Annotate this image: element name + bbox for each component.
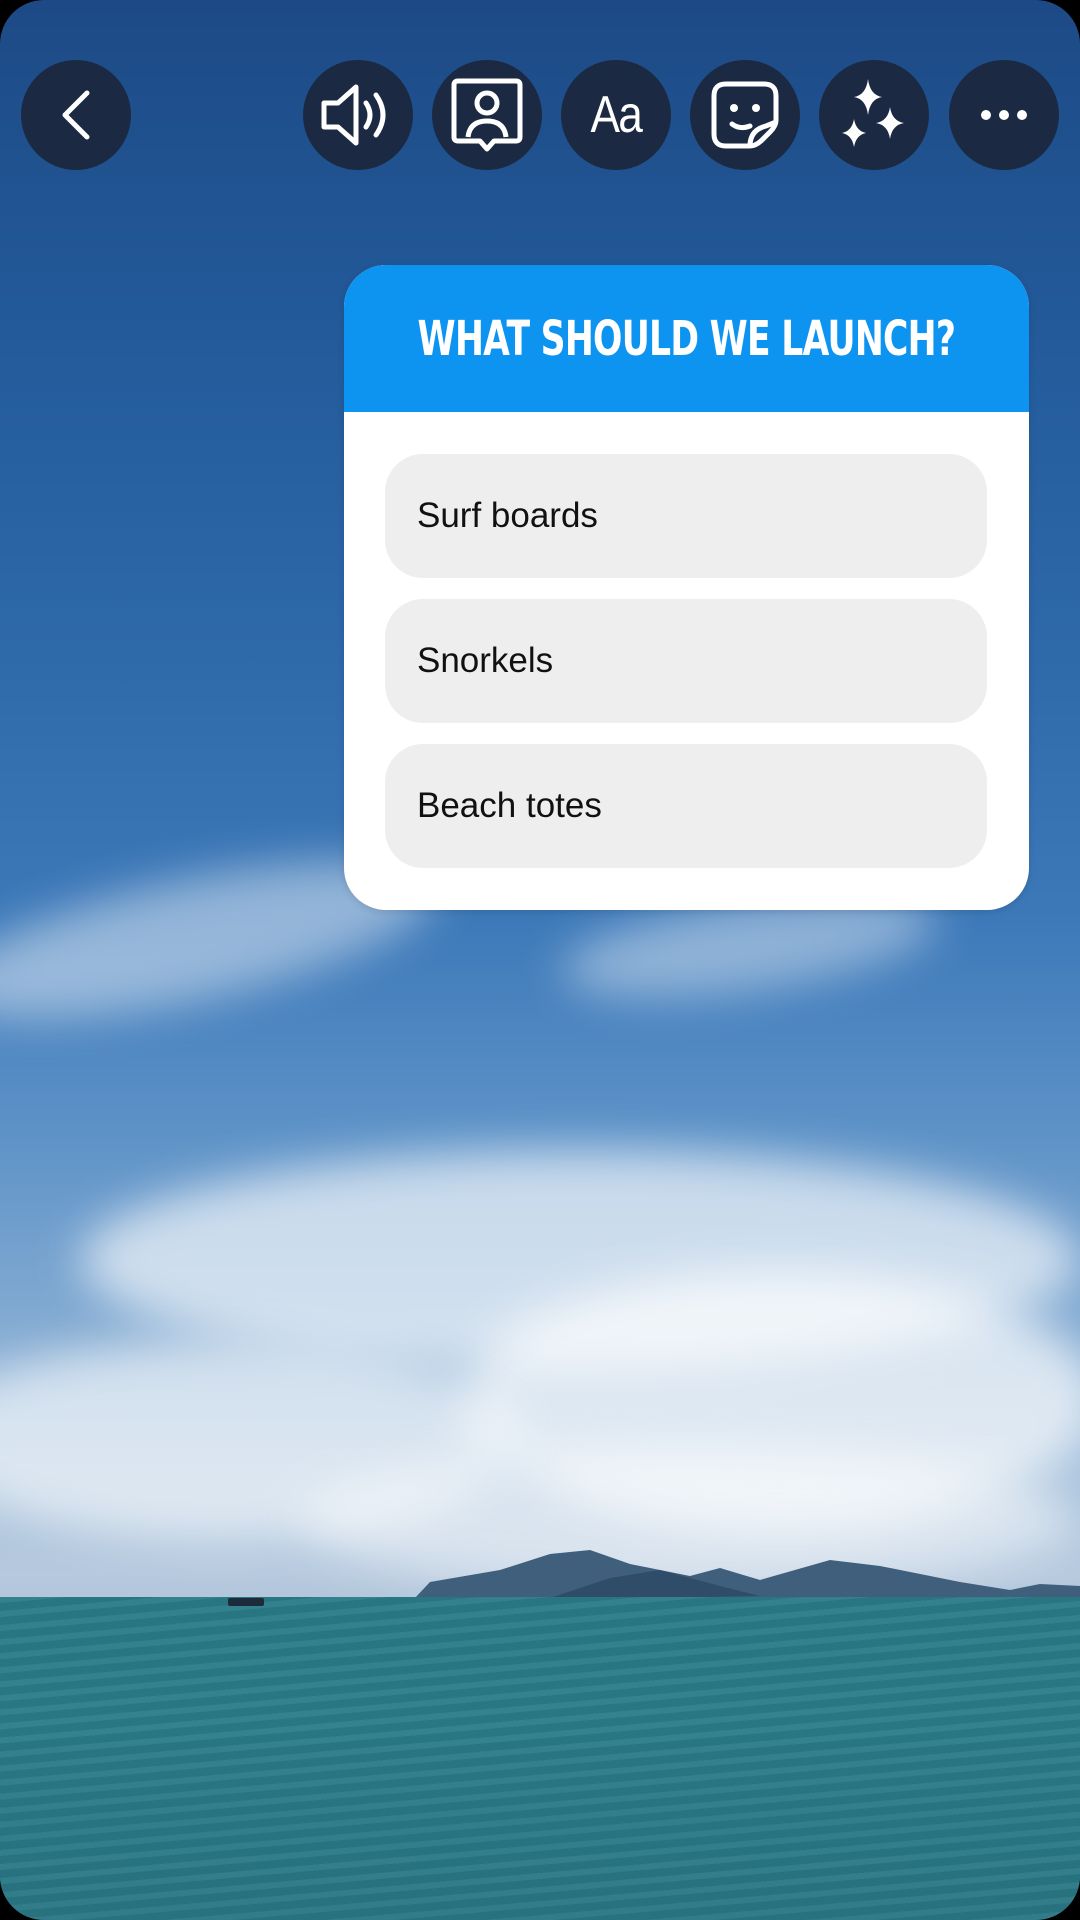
sound-button[interactable] xyxy=(303,60,413,170)
poll-option[interactable]: Beach totes xyxy=(385,744,987,868)
story-canvas: Aa WHAT SHOULD WE LAUNCH? Surf boards Sn… xyxy=(0,0,1080,1920)
sparkles-icon xyxy=(842,79,904,147)
poll-option-label: Beach totes xyxy=(417,786,602,825)
back-button[interactable] xyxy=(21,60,131,170)
effects-button[interactable] xyxy=(819,60,929,170)
chevron-left-icon xyxy=(62,90,90,140)
sticker-button[interactable] xyxy=(690,60,800,170)
poll-option[interactable]: Snorkels xyxy=(385,599,987,723)
poll-option-label: Surf boards xyxy=(417,496,598,535)
sea xyxy=(0,1597,1080,1920)
island-silhouette xyxy=(415,1550,1080,1600)
boat xyxy=(228,1598,264,1606)
speaker-icon xyxy=(321,84,386,146)
poll-option-label: Snorkels xyxy=(417,641,554,680)
poll-option[interactable]: Surf boards xyxy=(385,454,987,578)
sticker-icon xyxy=(711,81,779,149)
text-button[interactable]: Aa xyxy=(561,60,671,170)
poll-question[interactable]: WHAT SHOULD WE LAUNCH? xyxy=(418,311,956,367)
text-icon: Aa xyxy=(590,86,643,144)
mention-button[interactable] xyxy=(432,60,542,170)
person-frame-icon xyxy=(451,78,523,152)
more-button[interactable] xyxy=(949,60,1059,170)
poll-header: WHAT SHOULD WE LAUNCH? xyxy=(344,265,1029,412)
more-icon xyxy=(981,110,1027,120)
poll-sticker[interactable]: WHAT SHOULD WE LAUNCH? Surf boards Snork… xyxy=(344,265,1029,910)
